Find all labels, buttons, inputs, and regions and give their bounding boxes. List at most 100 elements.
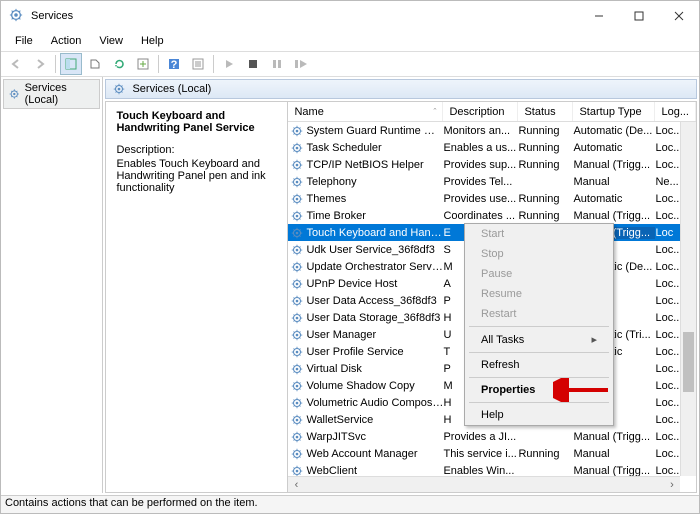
cell-name: Update Orchestrator Service xyxy=(306,261,443,273)
cell-name: WarpJITSvc xyxy=(306,431,443,443)
cell-startup: Manual (Trigg... xyxy=(573,210,655,222)
cell-desc: Coordinates ... xyxy=(443,210,518,222)
cm-pause[interactable]: Pause xyxy=(465,264,613,284)
scrollbar-thumb[interactable] xyxy=(683,332,694,392)
column-headers: Nameˆ Description Status Startup Type Lo… xyxy=(288,102,696,122)
cell-status: Running xyxy=(518,193,573,205)
cell-name: Telephony xyxy=(306,176,443,188)
cell-startup: Automatic xyxy=(573,193,655,205)
cell-name: System Guard Runtime Mon... xyxy=(306,125,443,137)
cell-desc: Monitors an... xyxy=(443,125,518,137)
table-row[interactable]: Time BrokerCoordinates ...RunningManual … xyxy=(288,207,696,224)
table-row[interactable]: TelephonyProvides Tel...ManualNe... xyxy=(288,173,696,190)
tree-node-label: Services (Local) xyxy=(25,82,96,106)
table-row[interactable]: Task SchedulerEnables a us...RunningAuto… xyxy=(288,139,696,156)
tree-node-services-local[interactable]: Services (Local) xyxy=(3,79,100,109)
menu-help[interactable]: Help xyxy=(133,33,172,49)
cell-name: Themes xyxy=(306,193,443,205)
cell-status: Running xyxy=(518,159,573,171)
gear-icon xyxy=(288,124,306,138)
properties-button[interactable] xyxy=(187,53,209,75)
column-status[interactable]: Status xyxy=(518,102,573,121)
gear-icon xyxy=(288,379,306,393)
table-row[interactable]: TCP/IP NetBIOS HelperProvides sup...Runn… xyxy=(288,156,696,173)
menubar: File Action View Help xyxy=(1,31,699,51)
restart-service-button[interactable] xyxy=(290,53,312,75)
cm-separator xyxy=(469,402,609,403)
cm-resume[interactable]: Resume xyxy=(465,284,613,304)
maximize-button[interactable] xyxy=(619,1,659,31)
gear-icon xyxy=(288,243,306,257)
cell-desc: Enables Win... xyxy=(443,465,518,477)
cell-name: Volume Shadow Copy xyxy=(306,380,443,392)
cell-desc: Provides Tel... xyxy=(443,176,518,188)
vertical-scrollbar[interactable] xyxy=(680,122,696,476)
back-button[interactable] xyxy=(5,53,27,75)
cell-name: Task Scheduler xyxy=(306,142,443,154)
gear-icon xyxy=(288,141,306,155)
cm-refresh[interactable]: Refresh xyxy=(465,355,613,375)
cm-stop[interactable]: Stop xyxy=(465,244,613,264)
cell-name: User Data Access_36f8df3 xyxy=(306,295,443,307)
cell-name: Web Account Manager xyxy=(306,448,443,460)
table-row[interactable]: Web Account ManagerThis service i...Runn… xyxy=(288,445,696,462)
gear-icon xyxy=(288,447,306,461)
menu-file[interactable]: File xyxy=(7,33,41,49)
menu-view[interactable]: View xyxy=(91,33,131,49)
cm-properties[interactable]: Properties xyxy=(465,380,613,400)
pane-title: Services (Local) xyxy=(132,83,211,95)
cell-startup: Manual (Trigg... xyxy=(573,465,655,477)
titlebar: Services xyxy=(1,1,699,31)
cm-restart[interactable]: Restart xyxy=(465,304,613,324)
column-logon[interactable]: Log... xyxy=(655,102,696,121)
cell-startup: Manual xyxy=(573,448,655,460)
cell-name: Udk User Service_36f8df3 xyxy=(306,244,443,256)
export-list-button[interactable] xyxy=(132,53,154,75)
gear-icon xyxy=(288,362,306,376)
show-hide-tree-button[interactable] xyxy=(60,53,82,75)
forward-button[interactable] xyxy=(29,53,51,75)
scroll-left-icon[interactable]: ‹ xyxy=(288,479,304,491)
cm-separator xyxy=(469,352,609,353)
horizontal-scrollbar[interactable]: ‹ › xyxy=(288,476,680,492)
pane-header: Services (Local) xyxy=(105,79,697,99)
toolbar-separator xyxy=(213,55,214,73)
gear-icon xyxy=(288,311,306,325)
scroll-right-icon[interactable]: › xyxy=(664,479,680,491)
minimize-button[interactable] xyxy=(579,1,619,31)
gear-icon xyxy=(288,345,306,359)
gear-icon xyxy=(288,328,306,342)
stop-service-button[interactable] xyxy=(242,53,264,75)
cell-name: WalletService xyxy=(306,414,443,426)
cm-separator xyxy=(469,377,609,378)
window-title: Services xyxy=(31,10,579,22)
table-row[interactable]: System Guard Runtime Mon...Monitors an..… xyxy=(288,122,696,139)
menu-action[interactable]: Action xyxy=(43,33,90,49)
toolbar-separator xyxy=(158,55,159,73)
table-row[interactable]: WarpJITSvcProvides a JI...Manual (Trigg.… xyxy=(288,428,696,445)
close-button[interactable] xyxy=(659,1,699,31)
cm-all-tasks[interactable]: All Tasks▸ xyxy=(465,329,613,350)
cm-start[interactable]: Start xyxy=(465,224,613,244)
gear-icon xyxy=(288,192,306,206)
cell-status: Running xyxy=(518,142,573,154)
cell-startup: Automatic xyxy=(573,142,655,154)
table-row[interactable]: ThemesProvides use...RunningAutomaticLoc… xyxy=(288,190,696,207)
cell-name: User Profile Service xyxy=(306,346,443,358)
column-name[interactable]: Nameˆ xyxy=(288,102,443,121)
gear-icon xyxy=(288,226,306,240)
help-button[interactable]: ? xyxy=(163,53,185,75)
start-service-button[interactable] xyxy=(218,53,240,75)
cell-desc: Provides a JI... xyxy=(443,431,518,443)
description-text: Enables Touch Keyboard and Handwriting P… xyxy=(116,158,277,194)
svg-text:?: ? xyxy=(171,59,178,71)
pause-service-button[interactable] xyxy=(266,53,288,75)
refresh-button[interactable] xyxy=(108,53,130,75)
gear-icon xyxy=(8,87,21,101)
cell-desc: This service i... xyxy=(443,448,518,460)
cell-desc: Enables a us... xyxy=(443,142,518,154)
export-button[interactable] xyxy=(84,53,106,75)
column-description[interactable]: Description xyxy=(443,102,518,121)
column-startup[interactable]: Startup Type xyxy=(573,102,655,121)
cm-help[interactable]: Help xyxy=(465,405,613,425)
